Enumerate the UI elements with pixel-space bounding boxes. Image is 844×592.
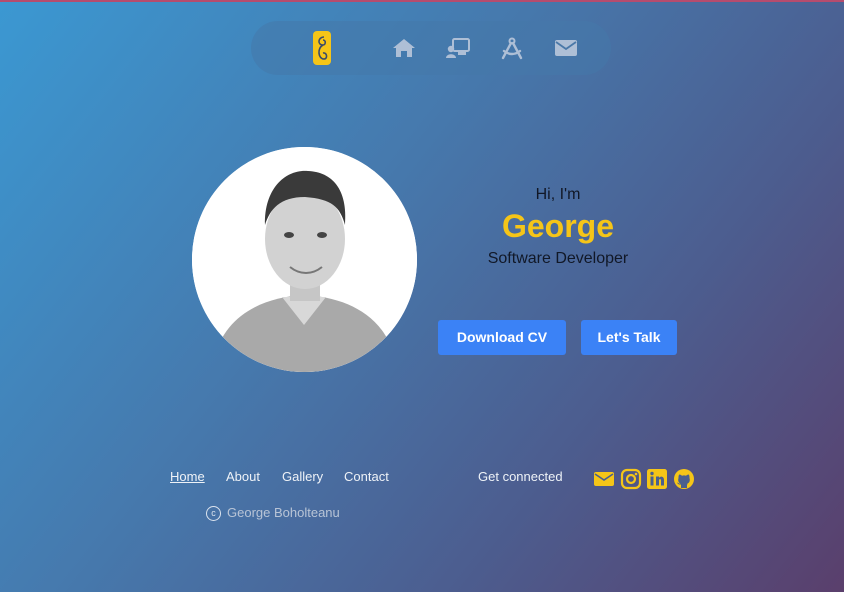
nav-envelope-icon[interactable] (553, 36, 579, 60)
social-linkedin-icon[interactable] (646, 468, 668, 490)
nav-compass-drafting-icon[interactable] (499, 36, 525, 60)
social-instagram-icon[interactable] (620, 468, 642, 490)
profile-photo (192, 147, 417, 372)
lets-talk-button[interactable]: Let's Talk (581, 320, 677, 355)
top-navbar (251, 21, 611, 75)
hero-role: Software Developer (487, 250, 629, 267)
social-github-icon[interactable] (673, 468, 695, 490)
footer-link-contact[interactable]: Contact (344, 469, 389, 484)
copyright-name: George Boholteanu (227, 505, 340, 520)
footer-link-about[interactable]: About (226, 469, 260, 484)
nav-home-icon[interactable] (391, 36, 417, 60)
footer-link-home[interactable]: Home (170, 469, 205, 484)
footer-link-gallery[interactable]: Gallery (282, 469, 323, 484)
get-connected-label: Get connected (478, 469, 563, 484)
top-border (0, 0, 844, 2)
copyright-icon: c (206, 506, 221, 521)
nav-presentation-user-icon[interactable] (445, 36, 471, 60)
copyright: c George Boholteanu (206, 505, 340, 521)
logo-icon[interactable] (313, 31, 331, 65)
hero-intro: Hi, I'm George Software Developer (438, 186, 678, 268)
download-cv-button[interactable]: Download CV (438, 320, 566, 355)
hero-name: George (501, 208, 615, 244)
greeting-text: Hi, I'm (535, 186, 581, 203)
social-envelope-icon[interactable] (593, 468, 615, 490)
